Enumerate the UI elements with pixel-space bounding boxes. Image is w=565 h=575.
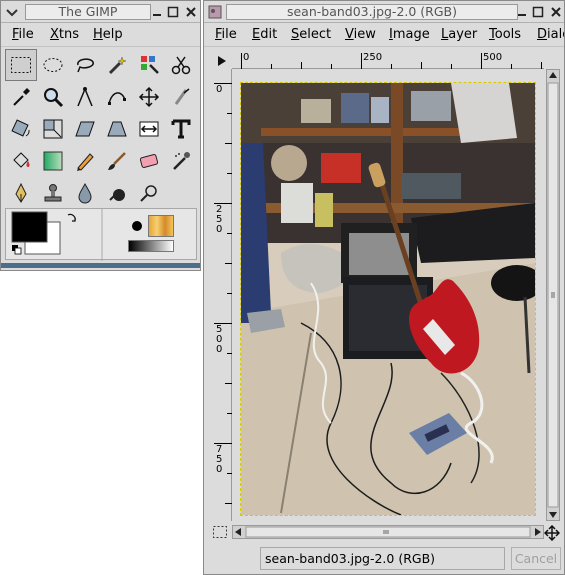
v-ruler-label: 750 [216, 444, 223, 475]
move-icon[interactable] [133, 81, 165, 113]
menu-dialogs[interactable]: Dialo [537, 27, 564, 42]
color-picker-icon[interactable] [5, 81, 37, 113]
bezier-icon[interactable] [101, 81, 133, 113]
rotate-icon[interactable] [5, 113, 37, 145]
swap-colors-icon[interactable] [67, 213, 76, 222]
v-ruler-label: 250 [216, 204, 223, 235]
pencil-icon[interactable] [69, 145, 101, 177]
dodge-burn-icon[interactable] [133, 177, 165, 209]
gradient-preview[interactable] [128, 240, 174, 252]
ellipse-select-icon[interactable] [37, 49, 69, 81]
scissors-icon[interactable] [165, 49, 197, 81]
maximize-icon[interactable] [530, 4, 546, 20]
image-title: sean-band03.jpg-2.0 (RGB) [226, 4, 518, 20]
cancel-button[interactable]: Cancel [511, 547, 561, 570]
image-menubar: File Edit Select View Image Layer Tools … [204, 23, 564, 47]
gimp-app-icon[interactable] [207, 4, 223, 20]
eraser-icon[interactable] [133, 145, 165, 177]
toolbox-titlebar[interactable]: The GIMP [1, 1, 200, 23]
paintbrush-icon[interactable] [101, 145, 133, 177]
measure-icon[interactable] [69, 81, 101, 113]
v-ruler-label: 0 [216, 84, 223, 95]
menu-tools[interactable]: Tools [489, 27, 521, 42]
image-menu-arrow-icon[interactable] [214, 53, 230, 69]
color-select-icon[interactable] [133, 49, 165, 81]
toolbox-title: The GIMP [25, 4, 151, 20]
photo-guitar-amp[interactable] [240, 82, 543, 516]
h-ruler-label: 250 [363, 52, 383, 63]
h-ruler-label: 500 [483, 52, 503, 63]
minimize-icon[interactable] [514, 4, 530, 20]
menu-layer[interactable]: Layer [441, 27, 477, 42]
bucket-fill-icon[interactable] [5, 145, 37, 177]
menu-select[interactable]: Select [291, 27, 331, 42]
text-icon[interactable] [165, 113, 197, 145]
blend-icon[interactable] [37, 145, 69, 177]
lasso-icon[interactable] [69, 49, 101, 81]
foreground-color-swatch[interactable] [11, 211, 48, 243]
toolbox-menubar: File Xtns Help [1, 23, 200, 47]
ink-icon[interactable] [5, 177, 37, 209]
menu-edit[interactable]: Edit [252, 27, 277, 42]
v-ruler-label: 500 [216, 324, 223, 355]
vertical-scrollbar[interactable] [546, 69, 560, 521]
perspective-icon[interactable] [101, 113, 133, 145]
smudge-icon[interactable] [101, 177, 133, 209]
magic-wand-icon[interactable] [101, 49, 133, 81]
menu-view[interactable]: View [345, 27, 376, 42]
vertical-ruler[interactable]: 0 250 500 750 [214, 69, 232, 521]
image-titlebar[interactable]: sean-band03.jpg-2.0 (RGB) [204, 1, 564, 23]
status-text: sean-band03.jpg-2.0 (RGB) [260, 547, 505, 570]
clone-stamp-icon[interactable] [37, 177, 69, 209]
navigate-icon[interactable] [543, 524, 561, 542]
rect-select-icon[interactable] [5, 49, 37, 81]
pattern-preview[interactable] [148, 215, 174, 237]
image-window: sean-band03.jpg-2.0 (RGB) File Edit Sele… [203, 0, 565, 575]
scale-icon[interactable] [37, 113, 69, 145]
minimize-icon[interactable] [149, 4, 165, 20]
airbrush-icon[interactable] [165, 145, 197, 177]
h-ruler-label: 0 [243, 52, 250, 63]
horizontal-ruler[interactable]: 0 250 500 [232, 51, 544, 69]
menu-file[interactable]: File [215, 27, 237, 42]
horizontal-scrollbar[interactable] [232, 525, 544, 539]
crop-icon[interactable] [165, 81, 197, 113]
menu-image[interactable]: Image [389, 27, 430, 42]
color-brush-panel [5, 208, 197, 261]
zoom-icon[interactable] [37, 81, 69, 113]
close-icon[interactable] [548, 4, 564, 20]
image-statusbar: sean-band03.jpg-2.0 (RGB) Cancel [204, 543, 564, 573]
window-menu-icon[interactable] [4, 4, 20, 20]
gimp-toolbox-window: The GIMP File Xtns Help [0, 0, 201, 271]
brush-preview-icon[interactable] [128, 217, 146, 235]
menu-file[interactable]: File [12, 27, 34, 42]
menu-help[interactable]: Help [93, 27, 123, 42]
close-icon[interactable] [183, 4, 199, 20]
menu-xtns[interactable]: Xtns [50, 27, 79, 42]
image-canvas[interactable] [232, 69, 544, 521]
maximize-icon[interactable] [165, 4, 181, 20]
toolbox-bottom-bar [1, 263, 200, 268]
shear-icon[interactable] [69, 113, 101, 145]
convolve-icon[interactable] [69, 177, 101, 209]
quickmask-toggle-icon[interactable] [212, 525, 228, 539]
flip-icon[interactable] [133, 113, 165, 145]
